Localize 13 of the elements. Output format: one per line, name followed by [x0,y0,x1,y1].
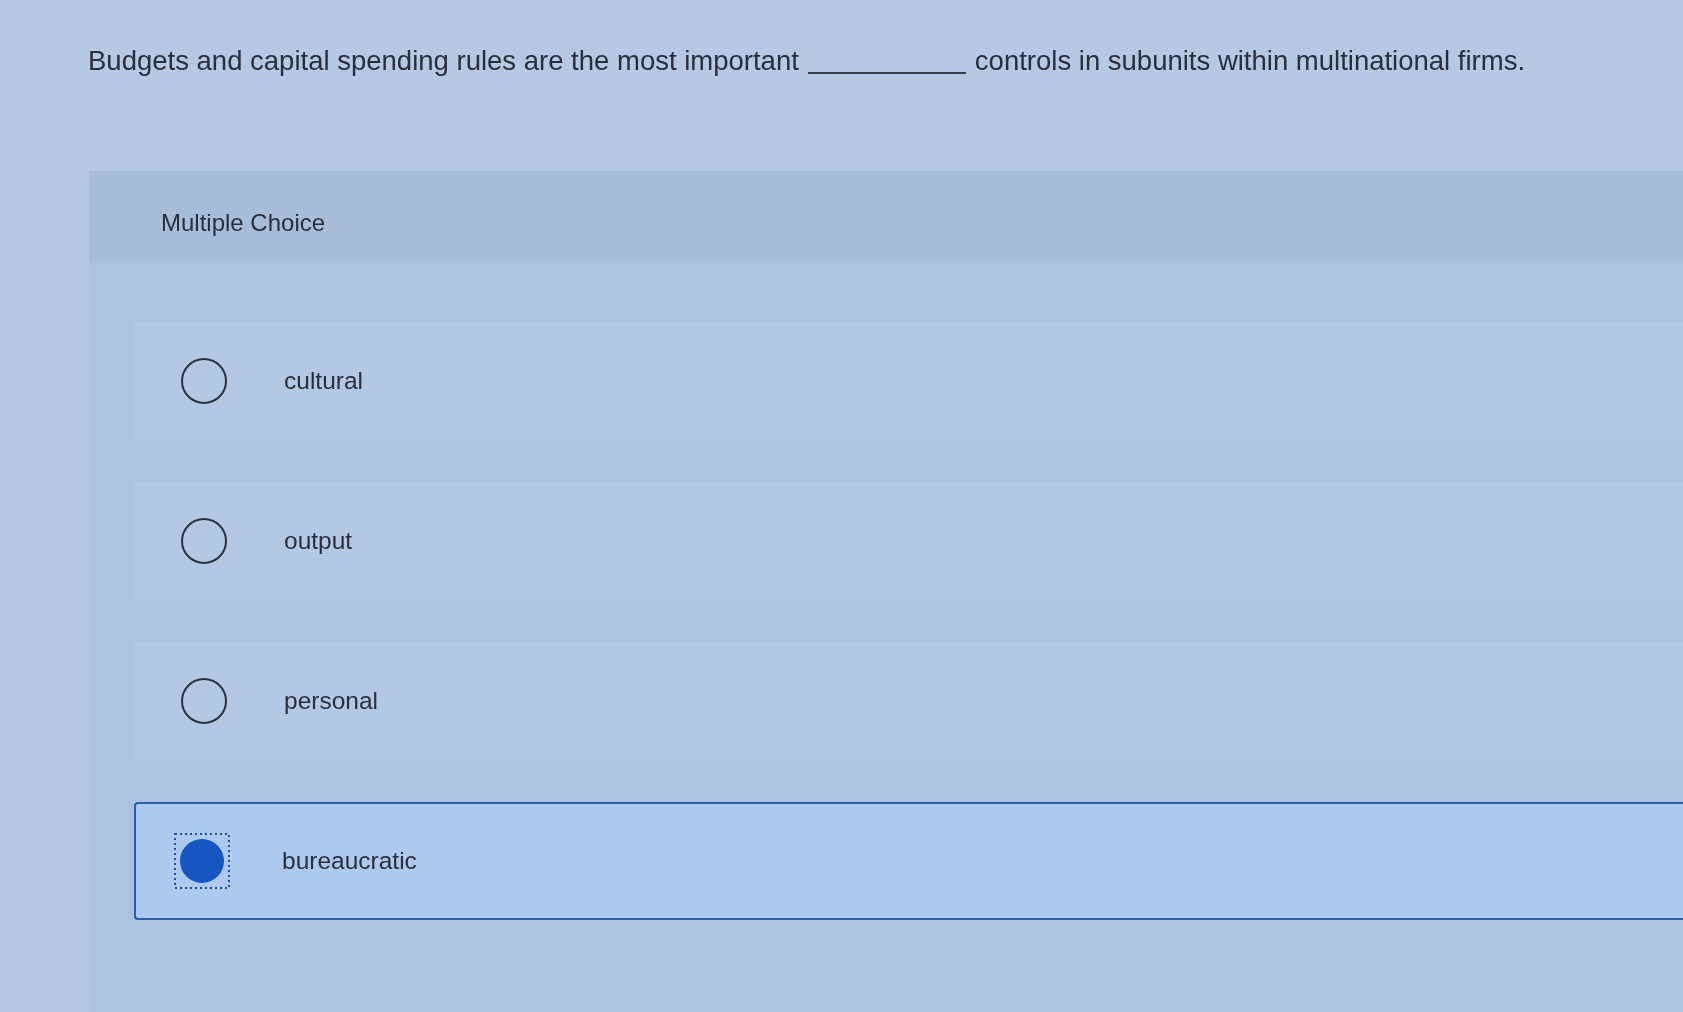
question-type-label: Multiple Choice [161,209,326,237]
answer-option[interactable]: personal [134,642,1683,761]
fill-in-line[interactable] [807,72,966,75]
question-text: controls in subunits within multinational firms. [974,44,1526,78]
option-label: output [284,525,353,556]
question-text: Budgets and capital spending rules are the most important [88,44,799,78]
option-label: cultural [284,365,363,396]
answer-option[interactable]: bureaucratic [134,802,1683,921]
option-label: bureaucratic [282,845,417,876]
radio-button-selected[interactable] [174,833,230,890]
answer-option[interactable]: cultural [134,322,1683,441]
answer-option[interactable]: output [134,482,1683,601]
option-label: personal [284,685,378,716]
